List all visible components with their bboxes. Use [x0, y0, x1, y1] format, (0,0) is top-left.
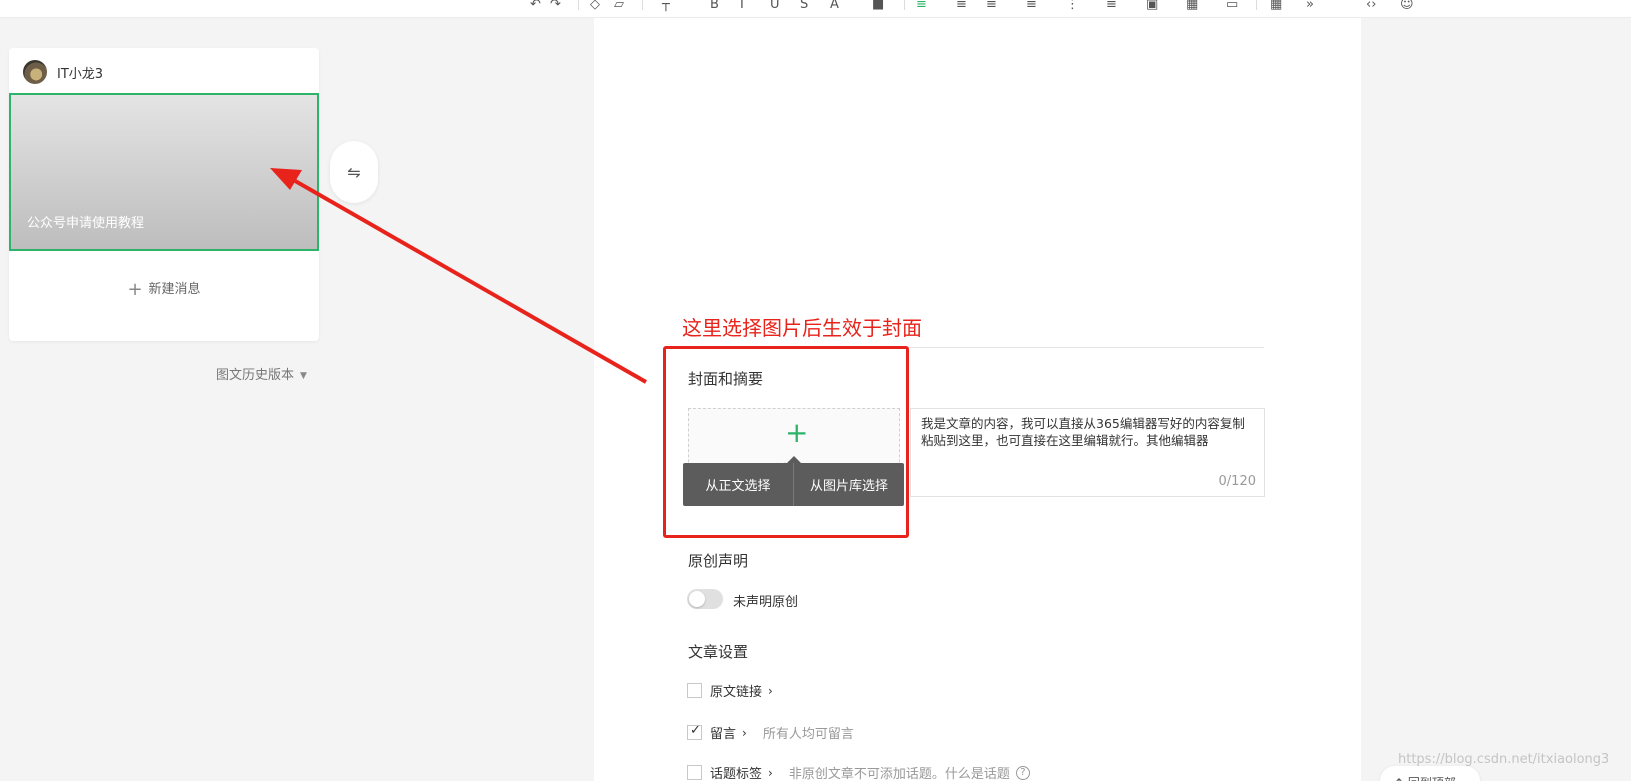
annotation-arrow-head — [270, 168, 302, 190]
annotation-arrow-icon — [270, 168, 647, 384]
annotation-arrow-line — [289, 176, 647, 384]
